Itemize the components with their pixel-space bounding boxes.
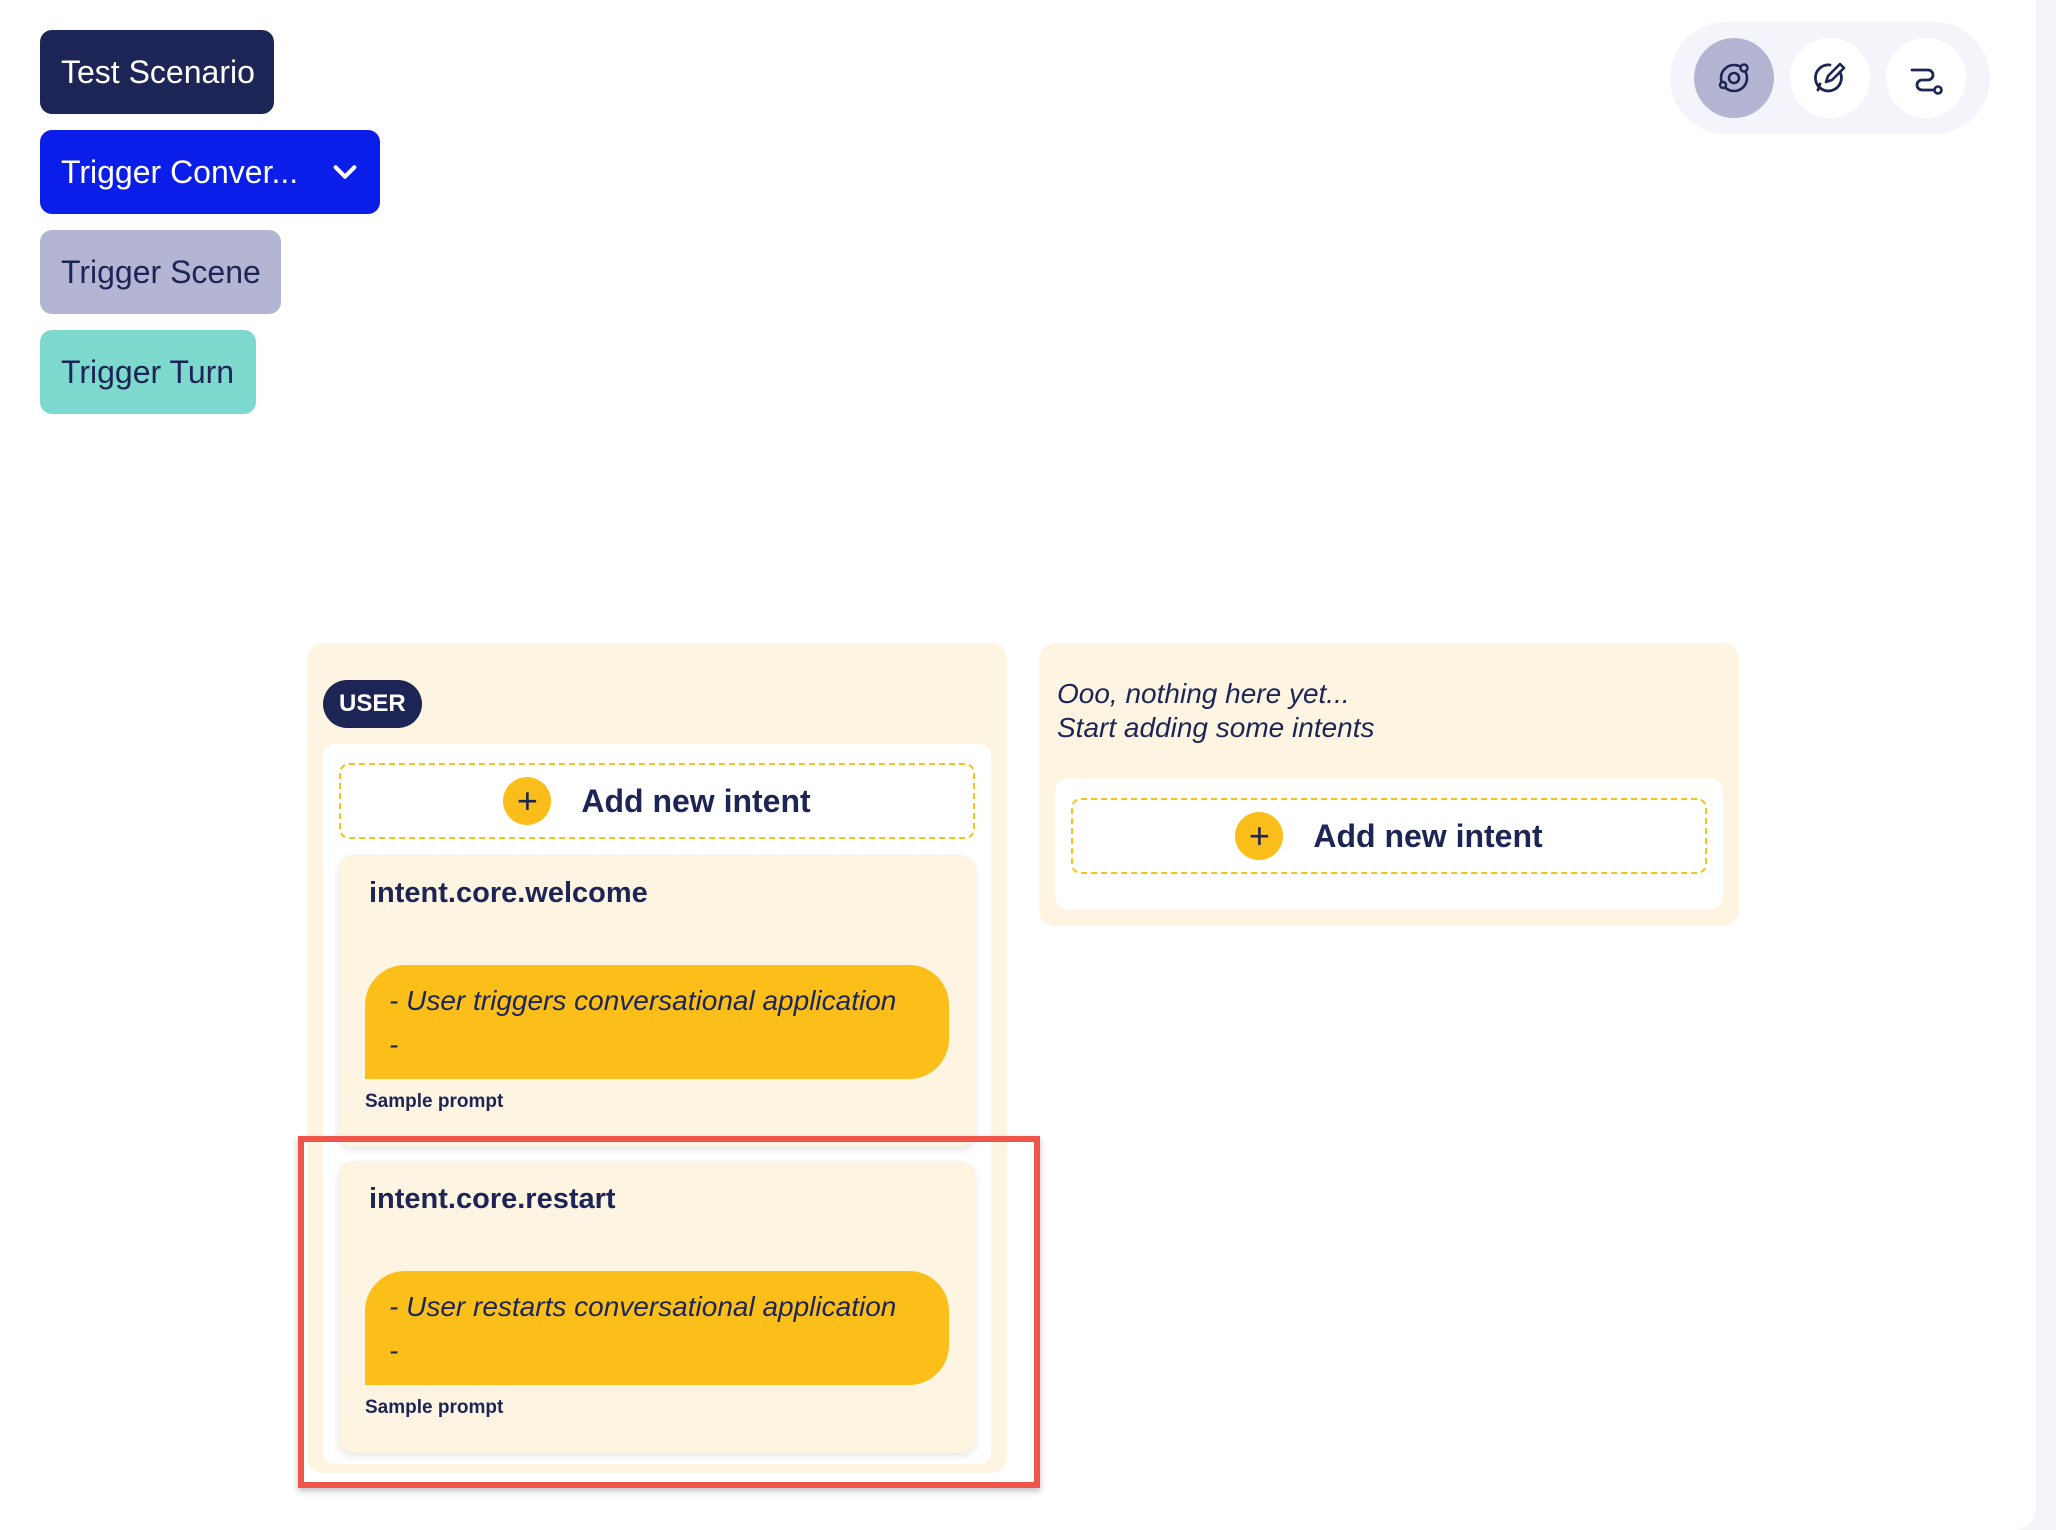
prompt-line: - (389, 1335, 399, 1366)
sample-prompt-bubble: - User triggers conversational applicati… (365, 965, 949, 1079)
empty-state-line: Start adding some intents (1057, 712, 1375, 743)
empty-state-line: Ooo, nothing here yet... (1057, 678, 1350, 709)
add-new-intent-button[interactable]: + Add new intent (1071, 798, 1707, 874)
add-new-intent-label: Add new intent (581, 782, 811, 819)
breadcrumb-scenario-button[interactable]: Test Scenario (40, 30, 274, 114)
empty-state-message: Ooo, nothing here yet... Start adding so… (1057, 677, 1375, 745)
breadcrumb-turn-label: Trigger Turn (61, 353, 235, 390)
user-badge-label: USER (339, 690, 406, 717)
prompt-line: - (389, 1029, 399, 1060)
prompt-line: - User triggers conversational applicati… (389, 985, 897, 1016)
scrollbar-track[interactable] (2036, 0, 2056, 1530)
plus-icon: + (503, 777, 552, 825)
flow-view-button[interactable] (1886, 38, 1966, 118)
breadcrumb-conversation-dropdown[interactable]: Trigger Conver... (40, 130, 380, 214)
user-badge: USER (323, 680, 422, 728)
chat-edit-icon (1814, 62, 1846, 93)
intent-card-welcome[interactable]: intent.core.welcome - User triggers conv… (339, 855, 975, 1147)
breadcrumb-scenario-label: Test Scenario (61, 53, 255, 90)
sample-prompt-bubble: - User restarts conversational applicati… (365, 1271, 949, 1385)
view-toggle-group (1670, 22, 1990, 134)
empty-intent-column: Ooo, nothing here yet... Start adding so… (1039, 643, 1739, 926)
intent-name: intent.core.welcome (369, 877, 648, 909)
breadcrumb-turn-button[interactable]: Trigger Turn (40, 330, 256, 414)
orbit-icon (1718, 63, 1749, 93)
sample-prompt-caption: Sample prompt (365, 1091, 504, 1112)
flow-path-icon (1910, 68, 1943, 95)
add-new-intent-button[interactable]: + Add new intent (339, 763, 975, 839)
prompt-line: - User restarts conversational applicati… (389, 1291, 897, 1322)
add-new-intent-label: Add new intent (1313, 817, 1543, 854)
intent-name: intent.core.restart (369, 1183, 616, 1215)
chat-edit-view-button[interactable] (1790, 38, 1870, 118)
breadcrumb-scene-button[interactable]: Trigger Scene (40, 230, 281, 314)
orbit-view-button[interactable] (1694, 38, 1774, 118)
plus-icon: + (1235, 812, 1284, 860)
breadcrumb-conversation-label: Trigger Conver... (61, 153, 299, 190)
sample-prompt-caption: Sample prompt (365, 1397, 504, 1418)
chevron-down-icon (333, 165, 357, 179)
breadcrumb-scene-label: Trigger Scene (61, 253, 261, 290)
intent-card-restart[interactable]: intent.core.restart - User restarts conv… (339, 1161, 975, 1453)
